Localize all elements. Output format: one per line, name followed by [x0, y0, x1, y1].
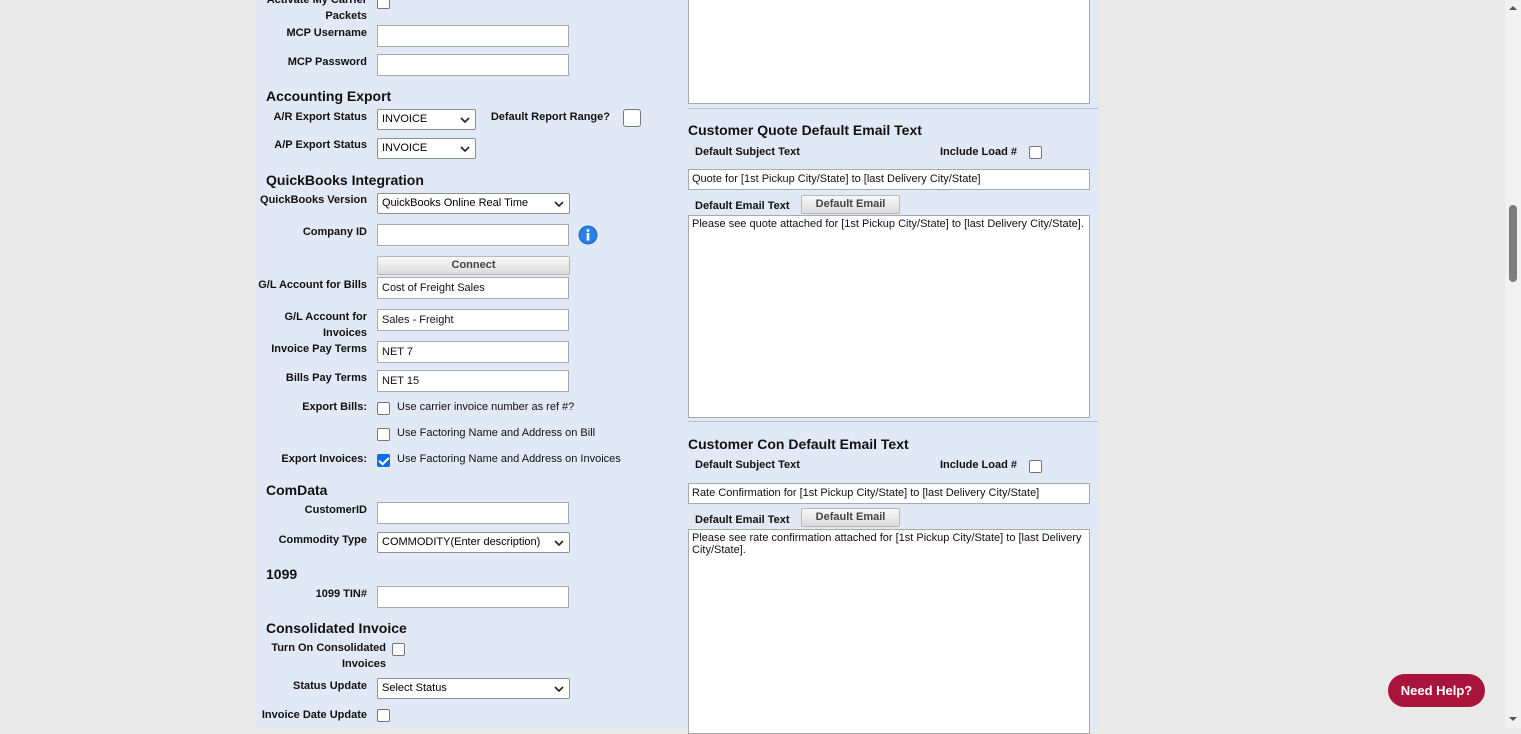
chevron-down-icon — [460, 146, 470, 153]
commodity-type-label: Commodity Type — [278, 534, 367, 546]
ap-export-status-value: INVOICE — [382, 142, 428, 154]
con-email-heading: Customer Con Default Email Text — [688, 436, 909, 452]
quote-default-email-button[interactable]: Default Email — [801, 195, 900, 214]
tin-label: 1099 TIN# — [315, 588, 367, 600]
status-update-label: Status Update — [293, 680, 367, 692]
gl-invoices-input[interactable]: Sales - Freight — [377, 309, 569, 331]
ar-export-status-label: A/R Export Status — [273, 111, 367, 123]
invoice-pay-terms-label: Invoice Pay Terms — [271, 343, 367, 355]
mcp-password-label: MCP Password — [287, 56, 367, 68]
t1099-heading: 1099 — [266, 566, 298, 582]
chevron-down-icon — [460, 117, 470, 124]
con-email-text-label: Default Email Text — [695, 514, 790, 526]
ap-export-status-label: A/P Export Status — [274, 139, 367, 151]
factoring-bill-label: Use Factoring Name and Address on Bill — [397, 427, 596, 439]
quote-subject-input[interactable]: Quote for [1st Pickup City/State] to [la… — [688, 169, 1090, 190]
gl-invoices-label: G/L Account for Invoices — [284, 311, 368, 339]
mcp-username-input[interactable] — [377, 25, 569, 47]
turn-on-consolidated-checkbox[interactable] — [392, 643, 405, 656]
activate-carrier-packets-checkbox[interactable] — [377, 0, 390, 9]
export-bills-label: Export Bills: — [302, 401, 367, 413]
qb-version-label: QuickBooks Version — [260, 194, 367, 206]
company-id-label: Company ID — [302, 226, 367, 238]
company-id-input[interactable] — [377, 224, 569, 246]
gl-bills-label: G/L Account for Bills — [258, 279, 367, 291]
factoring-invoices-label: Use Factoring Name and Address on Invoic… — [397, 453, 621, 465]
quote-subject-label: Default Subject Text — [695, 146, 800, 158]
accounting-export-heading: Accounting Export — [266, 88, 392, 104]
con-subject-input[interactable]: Rate Confirmation for [1st Pickup City/S… — [688, 483, 1090, 504]
consolidated-invoice-heading: Consolidated Invoice — [266, 620, 407, 636]
invoice-date-update-checkbox[interactable] — [377, 709, 390, 722]
mcp-password-input[interactable] — [377, 54, 569, 76]
qb-version-value: QuickBooks Online Real Time — [382, 197, 529, 209]
activate-carrier-packets-label: Activate My Carrier Packets — [266, 0, 367, 22]
con-subject-label: Default Subject Text — [695, 459, 800, 471]
export-invoices-label: Export Invoices: — [281, 453, 367, 465]
scrollbar-thumb[interactable] — [1509, 205, 1517, 282]
mcp-username-label: MCP Username — [286, 27, 368, 39]
settings-panel: Activate My Carrier Packets MCP Username… — [257, 0, 1098, 734]
carrier-invoice-ref-checkbox[interactable] — [377, 402, 390, 415]
con-include-load-checkbox[interactable] — [1029, 460, 1042, 473]
connect-button[interactable]: Connect — [377, 256, 570, 275]
quote-email-heading: Customer Quote Default Email Text — [688, 122, 922, 138]
ap-export-status-select[interactable]: INVOICE — [377, 138, 476, 159]
chevron-down-icon — [554, 686, 564, 693]
carrier-invoice-ref-label: Use carrier invoice number as ref #? — [397, 401, 575, 413]
need-help-button[interactable]: Need Help? — [1388, 674, 1485, 707]
commodity-type-select[interactable]: COMMODITY(Enter description) — [377, 532, 570, 553]
invoice-pay-terms-input[interactable]: NET 7 — [377, 341, 569, 363]
quote-include-load-checkbox[interactable] — [1029, 146, 1042, 159]
invoice-date-update-label: Invoice Date Update — [261, 709, 367, 721]
section-divider — [688, 108, 1098, 109]
gl-bills-input[interactable]: Cost of Freight Sales — [377, 277, 569, 299]
scroll-up-icon[interactable] — [1508, 3, 1518, 13]
comdata-heading: ComData — [266, 482, 328, 498]
chevron-down-icon — [554, 540, 564, 547]
ar-export-status-select[interactable]: INVOICE — [377, 109, 476, 130]
con-email-textarea[interactable]: Please see rate confirmation attached fo… — [688, 529, 1090, 734]
con-include-load-label: Include Load # — [940, 459, 1018, 471]
default-report-range-label: Default Report Range? — [490, 111, 610, 123]
info-icon[interactable] — [578, 225, 598, 245]
quote-include-load-label: Include Load # — [940, 146, 1018, 158]
commodity-type-value: COMMODITY(Enter description) — [382, 536, 541, 548]
bills-pay-terms-input[interactable]: NET 15 — [377, 370, 569, 392]
status-update-value: Select Status — [382, 682, 447, 694]
customer-id-input[interactable] — [377, 502, 569, 524]
factoring-invoices-checkbox[interactable] — [377, 454, 390, 467]
section-divider — [688, 421, 1098, 422]
qb-version-select[interactable]: QuickBooks Online Real Time — [377, 193, 570, 214]
con-default-email-button[interactable]: Default Email — [801, 508, 900, 527]
ar-export-status-value: INVOICE — [382, 113, 428, 125]
quickbooks-heading: QuickBooks Integration — [266, 172, 424, 188]
quote-email-textarea[interactable]: Please see quote attached for [1st Picku… — [688, 215, 1090, 418]
turn-on-consolidated-label: Turn On Consolidated Invoices — [271, 642, 386, 670]
quote-email-text-label: Default Email Text — [695, 200, 790, 212]
status-update-select[interactable]: Select Status — [377, 678, 570, 699]
page-scrollbar[interactable] — [1505, 0, 1521, 728]
tin-input[interactable] — [377, 586, 569, 608]
chevron-down-icon — [554, 201, 564, 208]
scroll-down-icon[interactable] — [1508, 714, 1518, 724]
previous-email-textarea[interactable] — [688, 0, 1090, 104]
customer-id-label: CustomerID — [304, 504, 367, 516]
bills-pay-terms-label: Bills Pay Terms — [285, 372, 367, 384]
factoring-bill-checkbox[interactable] — [377, 428, 390, 441]
default-report-range-checkbox[interactable] — [623, 109, 641, 127]
